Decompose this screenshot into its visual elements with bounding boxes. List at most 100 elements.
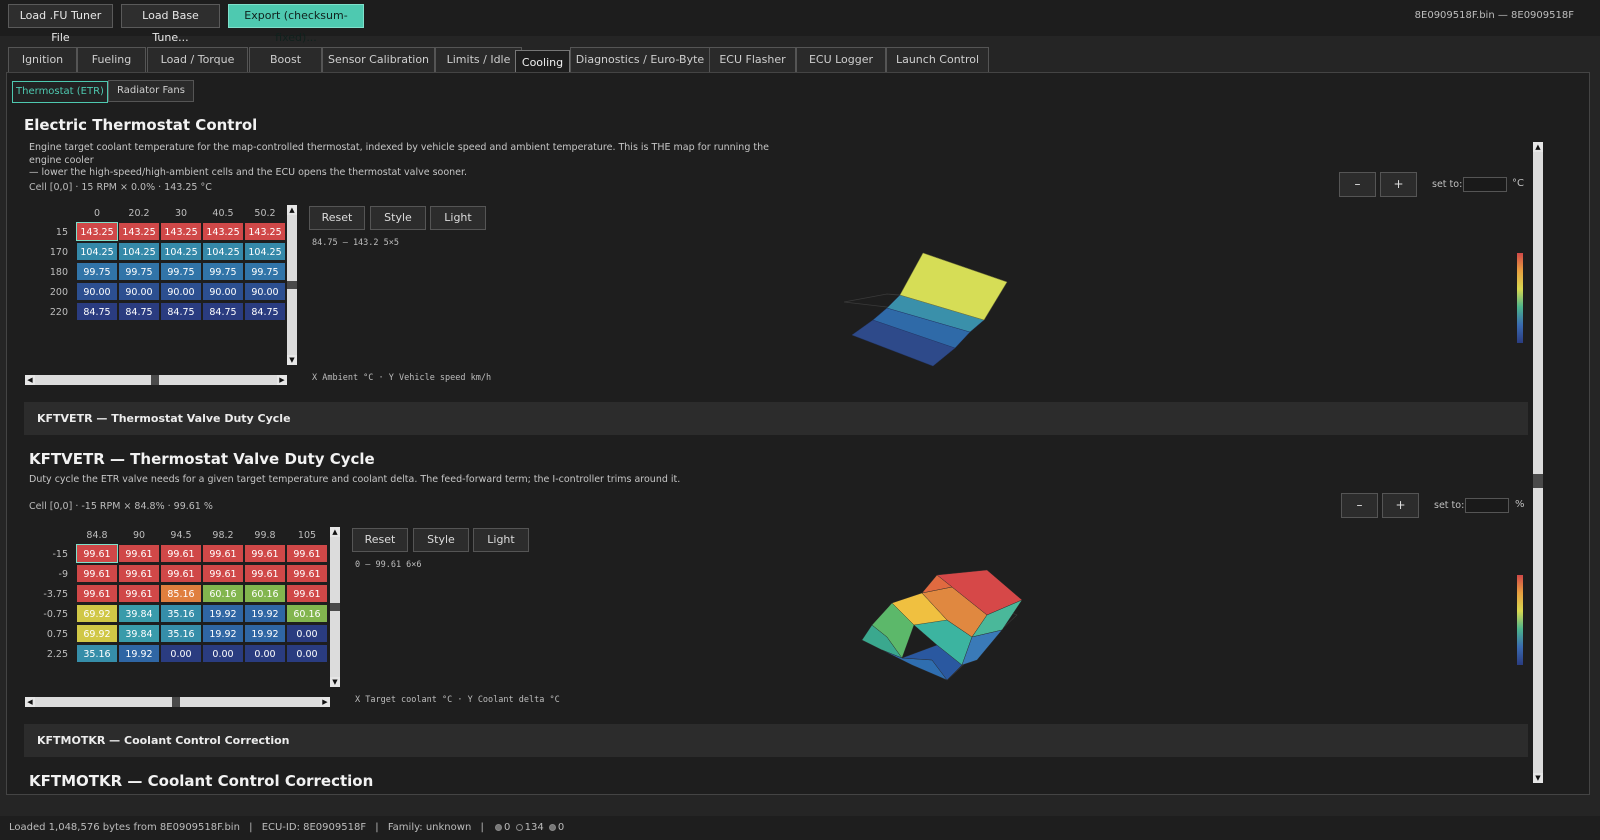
tab-ignition[interactable]: Ignition	[8, 47, 77, 72]
map2-set-to-input[interactable]	[1465, 498, 1509, 513]
map-cell[interactable]: 99.75	[76, 262, 118, 281]
load-base-tune-button[interactable]: Load Base Tune...	[121, 4, 220, 44]
map1-style-button[interactable]: Style	[370, 206, 426, 230]
scroll-up-icon[interactable]: ▲	[287, 205, 297, 215]
map-cell[interactable]: 90.00	[160, 282, 202, 301]
map-cell[interactable]: 39.84	[118, 604, 160, 623]
scroll-right-icon[interactable]: ▶	[277, 375, 287, 385]
scroll-right-icon[interactable]: ▶	[320, 697, 330, 707]
map-cell[interactable]: 69.92	[76, 604, 118, 623]
map-cell[interactable]: 0.00	[202, 644, 244, 663]
tab-limits-idle[interactable]: Limits / Idle	[435, 47, 522, 72]
map1-decrement-button[interactable]: –	[1339, 172, 1376, 197]
tab-launch-control[interactable]: Launch Control	[886, 47, 989, 72]
tab-boost[interactable]: Boost	[249, 47, 322, 72]
map-cell[interactable]: 35.16	[160, 624, 202, 643]
map-cell[interactable]: 99.61	[286, 584, 328, 603]
map-cell[interactable]: 99.61	[244, 544, 286, 563]
scroll-down-icon[interactable]: ▼	[287, 355, 297, 365]
section-header-kftmotkr[interactable]: KFTMOTKR — Coolant Control Correction	[24, 724, 1528, 757]
map-cell[interactable]: 99.61	[160, 544, 202, 563]
map-cell[interactable]: 39.84	[118, 624, 160, 643]
map-cell[interactable]: 99.75	[118, 262, 160, 281]
map1-surface-plot[interactable]	[832, 240, 1032, 370]
map-cell[interactable]: 143.25	[76, 222, 118, 241]
tab-sensor-calibration[interactable]: Sensor Calibration	[322, 47, 435, 72]
map-cell[interactable]: 19.92	[244, 624, 286, 643]
scroll-down-icon[interactable]: ▼	[330, 677, 340, 687]
map1-increment-button[interactable]: +	[1380, 172, 1417, 197]
scroll-up-icon[interactable]: ▲	[1533, 142, 1543, 152]
map2-style-button[interactable]: Style	[413, 528, 469, 552]
map1-hscroll-thumb[interactable]	[151, 375, 159, 385]
map-cell[interactable]: 90.00	[76, 282, 118, 301]
tab-load-torque[interactable]: Load / Torque	[147, 47, 248, 72]
map-cell[interactable]: 99.61	[76, 564, 118, 583]
map-cell[interactable]: 99.61	[286, 544, 328, 563]
map-cell[interactable]: 90.00	[202, 282, 244, 301]
map-cell[interactable]: 84.75	[244, 302, 286, 321]
map-cell[interactable]: 84.75	[76, 302, 118, 321]
content-vscroll-track[interactable]	[1533, 488, 1543, 773]
tab-cooling[interactable]: Cooling	[515, 50, 570, 74]
scroll-left-icon[interactable]: ◀	[25, 697, 35, 707]
map-cell[interactable]: 104.25	[244, 242, 286, 261]
tab-fueling[interactable]: Fueling	[77, 47, 146, 72]
map-cell[interactable]: 104.25	[160, 242, 202, 261]
map-cell[interactable]: 60.16	[202, 584, 244, 603]
map1-hscrollbar[interactable]: ◀ ▶	[25, 375, 287, 385]
map-cell[interactable]: 99.61	[286, 564, 328, 583]
map-cell[interactable]: 99.61	[76, 544, 118, 563]
map-cell[interactable]: 84.75	[118, 302, 160, 321]
map2-increment-button[interactable]: +	[1382, 493, 1419, 518]
map-cell[interactable]: 143.25	[202, 222, 244, 241]
export-button[interactable]: Export (checksum-fixed)...	[228, 4, 364, 44]
tab-ecu-flasher[interactable]: ECU Flasher	[709, 47, 796, 72]
content-vscroll-track[interactable]	[1533, 152, 1543, 474]
map2-surface-plot[interactable]	[852, 565, 1052, 695]
content-vscroll-thumb[interactable]	[1533, 474, 1543, 488]
map-cell[interactable]: 99.61	[118, 564, 160, 583]
map-cell[interactable]: 99.61	[202, 564, 244, 583]
map-cell[interactable]: 85.16	[160, 584, 202, 603]
map-cell[interactable]: 143.25	[160, 222, 202, 241]
map-cell[interactable]: 104.25	[118, 242, 160, 261]
map-cell[interactable]: 69.92	[76, 624, 118, 643]
scroll-down-icon[interactable]: ▼	[1533, 773, 1543, 783]
map-cell[interactable]: 143.25	[244, 222, 286, 241]
map-cell[interactable]: 90.00	[244, 282, 286, 301]
map1-vscrollbar[interactable]: ▲ ▼	[287, 205, 297, 365]
map-cell[interactable]: 19.92	[244, 604, 286, 623]
map-cell[interactable]: 35.16	[76, 644, 118, 663]
map-cell[interactable]: 104.25	[76, 242, 118, 261]
map-cell[interactable]: 0.00	[286, 624, 328, 643]
map-cell[interactable]: 99.61	[244, 564, 286, 583]
map-cell[interactable]: 60.16	[286, 604, 328, 623]
map-cell[interactable]: 90.00	[118, 282, 160, 301]
load-fu-button[interactable]: Load .FU Tuner File	[8, 4, 113, 44]
map2-hscroll-thumb[interactable]	[172, 697, 180, 707]
map-cell[interactable]: 99.61	[118, 544, 160, 563]
map-cell[interactable]: 19.92	[118, 644, 160, 663]
map-cell[interactable]: 84.75	[160, 302, 202, 321]
scroll-left-icon[interactable]: ◀	[25, 375, 35, 385]
tab-ecu-logger[interactable]: ECU Logger	[796, 47, 886, 72]
map1-reset-button[interactable]: Reset	[309, 206, 365, 230]
content-vscrollbar[interactable]: ▲ ▼	[1532, 140, 1544, 785]
map2-vscroll-thumb[interactable]	[330, 603, 340, 611]
map-cell[interactable]: 35.16	[160, 604, 202, 623]
map1-set-to-input[interactable]	[1463, 177, 1507, 192]
subtab-thermostat[interactable]: Thermostat (ETR)	[12, 81, 108, 103]
section-header-kftvetr[interactable]: KFTVETR — Thermostat Valve Duty Cycle	[24, 402, 1528, 435]
map2-hscrollbar[interactable]: ◀ ▶	[25, 697, 330, 707]
map-cell[interactable]: 19.92	[202, 604, 244, 623]
map2-light-button[interactable]: Light	[473, 528, 529, 552]
map-cell[interactable]: 84.75	[202, 302, 244, 321]
map-cell[interactable]: 99.61	[76, 584, 118, 603]
map-cell[interactable]: 99.61	[160, 564, 202, 583]
map-cell[interactable]: 99.75	[202, 262, 244, 281]
map-cell[interactable]: 99.61	[202, 544, 244, 563]
map-cell[interactable]: 99.75	[160, 262, 202, 281]
map-cell[interactable]: 143.25	[118, 222, 160, 241]
map-cell[interactable]: 19.92	[202, 624, 244, 643]
